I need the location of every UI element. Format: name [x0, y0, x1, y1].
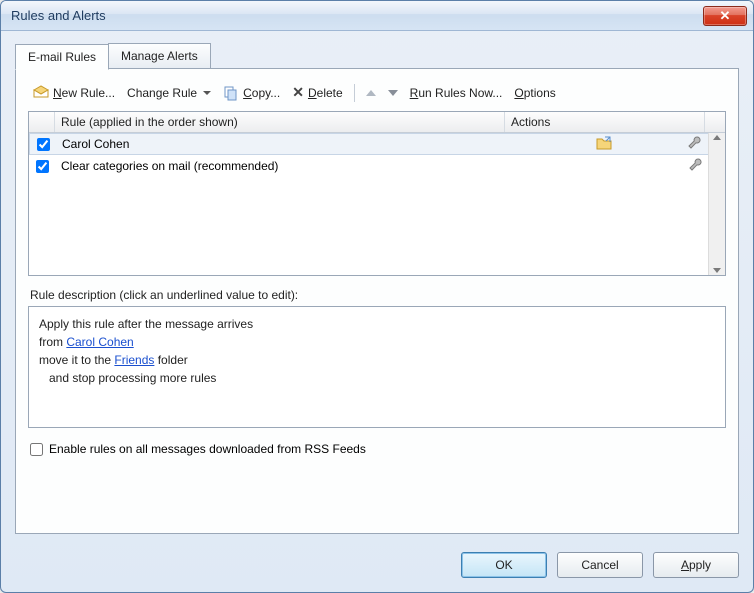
rule-enabled-checkbox[interactable]	[37, 138, 50, 151]
options-button[interactable]: Options	[511, 84, 558, 102]
vertical-scrollbar[interactable]	[708, 133, 725, 275]
desc-line: and stop processing more rules	[39, 369, 715, 387]
table-row[interactable]: Clear categories on mail (recommended)	[29, 155, 725, 177]
change-rule-button[interactable]: Change Rule	[124, 84, 214, 102]
rss-enable-label: Enable rules on all messages downloaded …	[49, 442, 366, 456]
rule-settings-icon[interactable]	[686, 135, 702, 154]
dialog-button-row: OK Cancel Apply	[1, 544, 753, 592]
run-rules-now-button[interactable]: Run Rules Now...	[407, 84, 506, 102]
rule-enabled-checkbox[interactable]	[36, 160, 49, 173]
close-icon: ✕	[720, 8, 731, 24]
rule-link-sender[interactable]: Carol Cohen	[66, 335, 133, 349]
desc-line: from Carol Cohen	[39, 333, 715, 351]
cancel-button[interactable]: Cancel	[557, 552, 643, 578]
dropdown-caret-icon	[203, 91, 211, 95]
rule-settings-icon[interactable]	[687, 157, 703, 176]
toolbar-separator	[354, 84, 355, 102]
dialog-body: E-mail Rules Manage Alerts New Rule... C…	[1, 31, 753, 544]
desc-line: move it to the Friends folder	[39, 351, 715, 369]
ok-button[interactable]: OK	[461, 552, 547, 578]
window-title: Rules and Alerts	[11, 8, 703, 23]
move-up-button[interactable]	[363, 88, 379, 98]
arrow-up-icon	[366, 90, 376, 96]
apply-button[interactable]: Apply	[653, 552, 739, 578]
rules-list-body: Carol Cohen Clear categor	[29, 133, 725, 275]
column-actions[interactable]: Actions	[505, 112, 705, 132]
move-down-button[interactable]	[385, 88, 401, 98]
tab-strip: E-mail Rules Manage Alerts	[15, 43, 739, 69]
rules-toolbar: New Rule... Change Rule Copy... ✕ Delete	[28, 79, 726, 111]
rule-name: Carol Cohen	[62, 137, 129, 151]
tab-manage-alerts[interactable]: Manage Alerts	[108, 43, 211, 69]
delete-button[interactable]: ✕ Delete	[289, 82, 345, 103]
arrow-down-icon	[388, 90, 398, 96]
column-checkbox[interactable]	[29, 112, 55, 132]
column-spacer	[705, 112, 725, 132]
tab-email-rules[interactable]: E-mail Rules	[15, 44, 109, 70]
copy-button[interactable]: Copy...	[220, 83, 283, 103]
delete-icon: ✕	[292, 84, 304, 101]
titlebar: Rules and Alerts ✕	[1, 1, 753, 31]
rules-list-header: Rule (applied in the order shown) Action…	[29, 112, 725, 133]
move-to-folder-icon	[596, 135, 612, 154]
tab-label: Manage Alerts	[121, 49, 198, 63]
new-rule-button[interactable]: New Rule...	[30, 83, 118, 103]
rss-option-row: Enable rules on all messages downloaded …	[28, 428, 726, 462]
desc-line: Apply this rule after the message arrive…	[39, 315, 715, 333]
rule-link-folder[interactable]: Friends	[114, 353, 154, 367]
tab-label: E-mail Rules	[28, 50, 96, 64]
column-rule[interactable]: Rule (applied in the order shown)	[55, 112, 505, 132]
rule-description-label: Rule description (click an underlined va…	[30, 288, 724, 302]
rule-name: Clear categories on mail (recommended)	[61, 159, 278, 173]
copy-icon	[223, 85, 239, 101]
rules-list: Rule (applied in the order shown) Action…	[28, 111, 726, 276]
rss-enable-checkbox[interactable]	[30, 443, 43, 456]
scroll-down-icon	[713, 268, 721, 273]
rule-description-box: Apply this rule after the message arrive…	[28, 306, 726, 428]
table-row[interactable]: Carol Cohen	[29, 133, 725, 155]
new-rule-icon	[33, 85, 49, 101]
close-button[interactable]: ✕	[703, 6, 747, 26]
rules-and-alerts-dialog: Rules and Alerts ✕ E-mail Rules Manage A…	[0, 0, 754, 593]
scroll-up-icon	[713, 135, 721, 140]
tab-panel-email-rules: New Rule... Change Rule Copy... ✕ Delete	[15, 68, 739, 534]
